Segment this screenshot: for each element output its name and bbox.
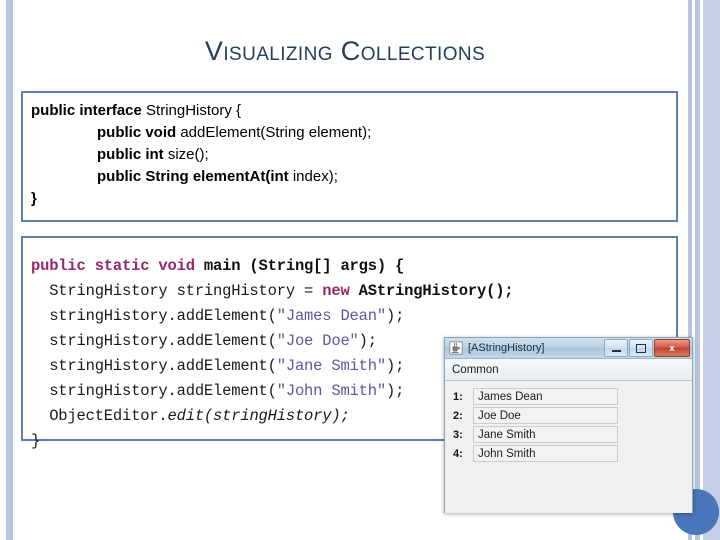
code-block-interface: public interface StringHistory { public …	[21, 91, 678, 222]
code-line: }	[31, 188, 676, 210]
code-token-text: StringHistory stringHistory =	[31, 282, 323, 300]
code-token-keyword: public static void	[31, 257, 195, 275]
list-item-index: 3:	[453, 428, 463, 441]
decor-right-bar-mid	[695, 0, 700, 540]
list-item[interactable]: 3: Jane Smith	[450, 425, 687, 444]
code-token-string: "James Dean"	[276, 307, 386, 325]
list-item-value[interactable]: Joe Doe	[473, 407, 618, 424]
code-line: stringHistory.addElement("James Dean");	[31, 304, 676, 329]
list-item-value[interactable]: John Smith	[473, 445, 618, 462]
java-application-window[interactable]: [AStringHistory] x Common 1: James Dean 2:…	[444, 337, 693, 513]
maximize-icon	[636, 343, 646, 353]
list-item-index: 1:	[453, 390, 463, 403]
code-token-type: AStringHistory();	[358, 282, 514, 300]
code-token-string: "John Smith"	[276, 382, 386, 400]
code-token-brace: }	[31, 432, 41, 450]
string-history-list: 1: James Dean 2: Joe Doe 3: Jane Smith 4: John …	[450, 387, 687, 463]
close-button[interactable]: x	[654, 339, 690, 357]
code-token-brace: }	[31, 190, 37, 207]
code-line: StringHistory stringHistory = new AStrin…	[31, 279, 676, 304]
code-token-text: main (String[] args) {	[194, 257, 405, 275]
list-item-index: 2:	[453, 409, 463, 422]
code-token-text: stringHistory.addElement(	[31, 357, 277, 375]
code-token-text: index);	[288, 168, 338, 185]
window-controls: x	[604, 339, 690, 357]
code-token-text: );	[385, 382, 405, 400]
list-item[interactable]: 2: Joe Doe	[450, 406, 687, 425]
minimize-button[interactable]	[604, 339, 628, 357]
code-token-keyword: public String elementAt(	[97, 168, 271, 185]
code-line: public int size();	[31, 144, 676, 166]
slide-canvas: Visualizing Collections public interface…	[0, 0, 720, 540]
code-token-text: );	[358, 332, 377, 350]
code-line: public String elementAt(int index);	[31, 166, 676, 188]
code-token-text: stringHistory.addElement(	[31, 307, 277, 325]
java-cup-icon	[449, 341, 463, 355]
window-title: [AStringHistory]	[468, 342, 545, 354]
code-token-string: "Jane Smith"	[276, 357, 386, 375]
code-token-text: stringHistory.addElement(	[31, 332, 277, 350]
code-token-text: size();	[163, 146, 209, 163]
code-token-keyword: public void	[97, 124, 177, 141]
list-item[interactable]: 1: James Dean	[450, 387, 687, 406]
decor-left-bar	[6, 0, 13, 540]
minimize-icon	[611, 349, 621, 352]
code-token-text: stringHistory.addElement(	[31, 382, 277, 400]
decor-right-bar-outer	[703, 0, 720, 540]
page-title: Visualizing Collections	[204, 36, 486, 66]
code-token-text: );	[385, 357, 405, 375]
list-item[interactable]: 4: John Smith	[450, 444, 687, 463]
code-token-text: addElement(String element);	[176, 124, 372, 141]
code-line: public interface StringHistory {	[31, 100, 676, 122]
code-token-text: StringHistory {	[141, 102, 242, 119]
code-token-keyword: new	[322, 282, 350, 300]
code-line: public void addElement(String element);	[31, 122, 676, 144]
window-content: 1: James Dean 2: Joe Doe 3: Jane Smith 4: John …	[445, 381, 692, 513]
code-token-keyword: public interface	[31, 102, 142, 119]
code-token-text: ObjectEditor.	[31, 407, 168, 425]
code-token-text: );	[385, 307, 405, 325]
list-item-index: 4:	[453, 447, 463, 460]
list-item-value[interactable]: Jane Smith	[473, 426, 618, 443]
menu-item-common[interactable]: Common	[452, 364, 499, 376]
list-item-value[interactable]: James Dean	[473, 388, 618, 405]
code-token-keyword: int	[270, 168, 289, 185]
code-token-string: "Joe Doe"	[276, 332, 359, 350]
window-title-bar[interactable]: [AStringHistory] x	[445, 338, 692, 359]
maximize-button[interactable]	[629, 339, 653, 357]
code-line: public static void main (String[] args) …	[31, 254, 676, 279]
code-token-method: edit(stringHistory);	[167, 407, 350, 425]
code-token-keyword: public int	[97, 146, 164, 163]
window-menu-bar[interactable]: Common	[445, 359, 692, 381]
